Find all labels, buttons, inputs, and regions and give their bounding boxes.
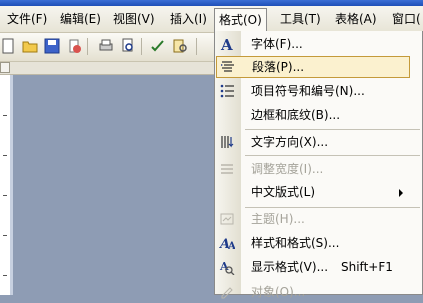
menu-view[interactable]: 视图(V): [113, 11, 155, 28]
spelling-icon[interactable]: [150, 38, 166, 54]
svg-text:A: A: [227, 241, 235, 251]
object-icon: [221, 287, 233, 299]
theme-icon: [220, 213, 234, 225]
menu-window[interactable]: 窗口(: [392, 11, 421, 28]
open-folder-icon[interactable]: [22, 38, 38, 54]
menu-item-adjust-width: 调整宽度(I)...: [215, 158, 422, 180]
menu-item-object: 对象(O)...: [215, 281, 422, 303]
bullets-numbering-icon: [220, 84, 234, 98]
ruler-tick: [3, 155, 7, 156]
toolbar-separator: [196, 38, 197, 55]
toolbar-separator: [141, 38, 142, 55]
menu-insert[interactable]: 插入(I): [170, 11, 207, 28]
horizontal-ruler: [0, 62, 214, 75]
menu-item-font[interactable]: A 字体(F)...: [215, 33, 422, 55]
text-direction-icon: [221, 136, 234, 148]
menu-file[interactable]: 文件(F): [7, 11, 47, 28]
menu-item-borders-shading[interactable]: 边框和底纹(B)...: [215, 104, 422, 126]
research-icon[interactable]: [172, 38, 188, 54]
font-A-icon: A: [220, 36, 233, 52]
menu-bar: 文件(F) 编辑(E) 视图(V) 插入(I) 格式(O) 工具(T) 表格(A…: [0, 6, 423, 33]
svg-text:A: A: [220, 36, 233, 52]
submenu-arrow-icon: [399, 189, 403, 197]
menu-separator: [245, 129, 420, 130]
save-icon[interactable]: [44, 38, 60, 54]
menu-item-bullets-numbering[interactable]: 项目符号和编号(N)...: [215, 80, 422, 102]
ruler-tick: [3, 235, 7, 236]
menu-item-paragraph[interactable]: 段落(P)...: [216, 56, 410, 78]
shortcut-label: Shift+F1: [341, 260, 393, 274]
menu-item-styles-formatting[interactable]: AA 样式和格式(S)...: [215, 232, 422, 254]
menu-table[interactable]: 表格(A): [335, 11, 377, 28]
format-dropdown-menu: A 字体(F)... 段落(P)... 项目符号和编号(N)... 边框和底纹(…: [214, 31, 423, 299]
menu-separator: [245, 155, 420, 156]
svg-text:A: A: [219, 260, 229, 273]
permission-icon[interactable]: [66, 38, 82, 54]
menu-item-text-direction[interactable]: 文字方向(X)...: [215, 131, 422, 153]
adjust-width-icon: [221, 164, 233, 174]
menu-item-asian-layout[interactable]: 中文版式(L): [215, 181, 422, 203]
reveal-formatting-icon: A: [219, 260, 235, 275]
tab-selector-button[interactable]: [0, 62, 10, 73]
ruler-tick: [3, 115, 7, 116]
menu-edit[interactable]: 编辑(E): [60, 11, 101, 28]
menu-item-theme: 主题(H)...: [215, 208, 422, 230]
menu-format[interactable]: 格式(O): [214, 8, 267, 31]
menu-tools[interactable]: 工具(T): [280, 11, 321, 28]
ruler-tick: [3, 195, 7, 196]
ruler-tick: [3, 275, 7, 276]
menu-item-reveal-formatting[interactable]: A 显示格式(V)... Shift+F1: [215, 256, 422, 278]
new-document-icon[interactable]: [0, 38, 16, 54]
document-workspace[interactable]: [13, 75, 214, 295]
print-icon[interactable]: [98, 38, 114, 54]
standard-toolbar: [0, 33, 214, 62]
styles-formatting-icon: AA: [219, 237, 235, 251]
paragraph-icon: [221, 61, 234, 72]
print-preview-icon[interactable]: [120, 38, 136, 54]
toolbar-separator: [87, 38, 88, 55]
